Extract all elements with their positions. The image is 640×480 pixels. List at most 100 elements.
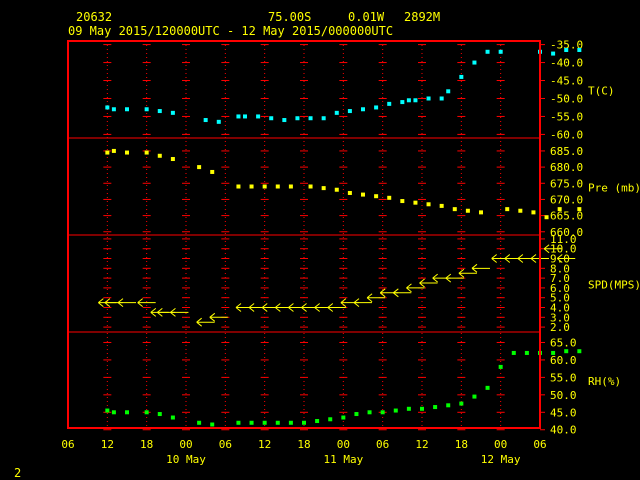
- data-point: [347, 190, 352, 195]
- data-point: [197, 165, 202, 170]
- data-point: [144, 150, 149, 155]
- data-point: [308, 184, 313, 189]
- data-point: [564, 47, 569, 52]
- data-point: [505, 207, 510, 212]
- data-point: [282, 118, 287, 123]
- data-point: [170, 415, 175, 420]
- data-point: [236, 114, 241, 119]
- y-tick-label: -45.0: [550, 75, 583, 88]
- data-point: [374, 105, 379, 110]
- data-point: [459, 74, 464, 79]
- data-point: [197, 420, 202, 425]
- panel-ylabel: Pre (mb): [588, 182, 640, 195]
- x-tick-label: 00: [337, 438, 350, 451]
- data-point: [249, 420, 254, 425]
- data-point: [243, 114, 247, 119]
- data-point: [361, 192, 365, 197]
- data-point: [498, 364, 503, 369]
- data-point: [288, 420, 293, 425]
- data-point: [439, 96, 444, 101]
- data-point: [210, 169, 215, 174]
- data-point: [170, 157, 175, 162]
- x-tick-label: 06: [376, 438, 389, 451]
- data-point: [361, 107, 365, 112]
- data-point: [111, 410, 116, 415]
- x-tick-label: 06: [219, 438, 232, 451]
- data-point: [249, 184, 254, 189]
- data-point: [275, 184, 280, 189]
- data-point: [426, 202, 431, 207]
- data-point: [485, 49, 490, 54]
- data-point: [111, 107, 116, 112]
- data-point: [334, 187, 339, 192]
- y-tick-label: 45.0: [550, 406, 577, 419]
- y-tick-label: 680.0: [550, 161, 583, 174]
- x-tick-label: 18: [297, 438, 310, 451]
- x-day-label: 11 May: [323, 453, 363, 466]
- data-point: [157, 109, 162, 114]
- data-point: [367, 410, 372, 415]
- wind-arrow: [209, 312, 228, 322]
- x-day-label: 12 May: [481, 453, 521, 466]
- y-tick-label: -55.0: [550, 110, 583, 123]
- data-point: [144, 107, 149, 112]
- data-point: [577, 207, 582, 212]
- data-point: [144, 410, 149, 415]
- data-point: [210, 422, 215, 427]
- x-tick-label: 00: [179, 438, 192, 451]
- x-tick-label: 12: [258, 438, 271, 451]
- data-point: [157, 412, 162, 417]
- data-point: [472, 60, 477, 65]
- data-point: [393, 408, 398, 413]
- y-tick-label: 55.0: [550, 371, 577, 384]
- data-point: [111, 148, 116, 153]
- data-point: [256, 114, 261, 119]
- data-point: [406, 406, 411, 411]
- wind-arrow: [117, 298, 136, 307]
- data-point: [498, 49, 503, 54]
- data-point: [170, 110, 175, 115]
- data-point: [511, 350, 516, 355]
- data-point: [374, 194, 379, 199]
- y-tick-label: 675.0: [550, 177, 583, 190]
- data-point: [472, 394, 477, 399]
- data-point: [125, 150, 129, 155]
- meteogram-plot: -35.0-40.0-45.0-50.0-55.0-60.0T(C)685.06…: [61, 39, 640, 466]
- panel-ylabel: T(C): [588, 85, 615, 98]
- y-tick-label: 60.0: [550, 354, 577, 367]
- data-point: [105, 105, 110, 110]
- data-point: [577, 47, 582, 52]
- y-tick-label: 50.0: [550, 389, 577, 402]
- data-point: [295, 116, 300, 121]
- data-point: [426, 96, 431, 101]
- data-point: [387, 101, 392, 106]
- data-point: [328, 417, 333, 422]
- data-point: [380, 410, 385, 415]
- y-tick-label: 665.0: [550, 210, 583, 223]
- data-point: [302, 420, 306, 425]
- data-point: [518, 208, 523, 213]
- data-point: [433, 405, 438, 410]
- data-point: [557, 207, 562, 212]
- data-point: [321, 186, 326, 191]
- data-point: [459, 401, 464, 406]
- panel-ylabel: RH(%): [588, 375, 621, 388]
- data-point: [479, 210, 483, 215]
- data-point: [446, 89, 451, 94]
- y-tick-label: 65.0: [550, 336, 577, 349]
- y-tick-label: -60.0: [550, 128, 583, 141]
- data-point: [387, 195, 392, 200]
- data-point: [203, 118, 208, 123]
- x-tick-label: 06: [61, 438, 74, 451]
- data-point: [262, 184, 267, 189]
- y-tick-label: -40.0: [550, 57, 583, 70]
- data-point: [400, 199, 405, 204]
- x-tick-label: 12: [415, 438, 428, 451]
- data-point: [452, 207, 457, 212]
- x-tick-label: 00: [494, 438, 507, 451]
- data-point: [531, 210, 536, 215]
- x-tick-label: 06: [533, 438, 546, 451]
- data-point: [125, 107, 129, 112]
- data-point: [308, 116, 313, 121]
- data-point: [551, 51, 556, 56]
